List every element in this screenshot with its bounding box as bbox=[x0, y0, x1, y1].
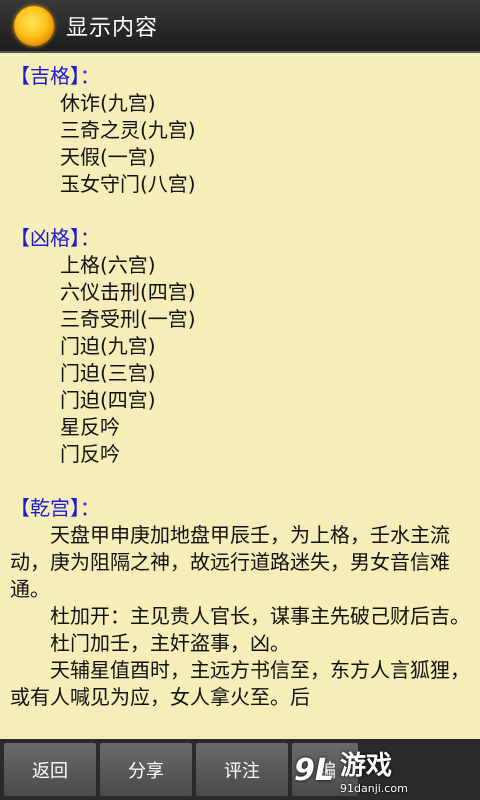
list-item: 玉女守门(八宫) bbox=[60, 172, 196, 196]
watermark-logo: 9L bbox=[294, 752, 334, 788]
back-button[interactable]: 返回 bbox=[4, 743, 96, 796]
list-item: 天假(一宫) bbox=[60, 145, 156, 169]
list-item: 门迫(九宫) bbox=[60, 334, 156, 358]
paragraph: 杜门加壬，主奸盗事，凶。 bbox=[50, 631, 290, 655]
list-item: 门迫(三宫) bbox=[60, 361, 156, 385]
comment-button[interactable]: 评注 bbox=[196, 743, 288, 796]
list-item: 门迫(四宫) bbox=[60, 388, 156, 412]
watermark-name: 游戏 bbox=[340, 751, 393, 781]
section-heading-ji: 【吉格】： bbox=[10, 64, 100, 88]
content-area[interactable]: 【吉格】： 休诈(九宫) 三奇之灵(九宫) 天假(一宫) 玉女守门(八宫) 【凶… bbox=[0, 53, 480, 739]
title-bar: 显示内容 bbox=[0, 0, 480, 53]
share-button[interactable]: 分享 bbox=[100, 743, 192, 796]
paragraph: 杜加开：主见贵人官长，谋事主先破己财后吉。 bbox=[50, 604, 470, 628]
paragraph: 天盘甲申庚加地盘甲辰壬，为上格，壬水主流动，庚为阻隔之神，故远行道路迷失，男女音… bbox=[10, 523, 450, 601]
list-item: 休诈(九宫) bbox=[60, 91, 156, 115]
list-item: 门反吟 bbox=[60, 442, 120, 466]
list-item: 三奇受刑(一宫) bbox=[60, 307, 196, 331]
section-heading-xiong: 【凶格】： bbox=[10, 226, 100, 250]
sun-icon bbox=[14, 5, 54, 46]
page-title: 显示内容 bbox=[66, 15, 159, 41]
list-item: 星反吟 bbox=[60, 415, 120, 439]
list-item: 六仪击刑(四宫) bbox=[60, 280, 196, 304]
list-item: 三奇之灵(九宫) bbox=[60, 118, 196, 142]
watermark-url: 91danji.com bbox=[340, 782, 408, 795]
paragraph: 天辅星值酉时，主远方书信至，东方人言狐狸，或有人喊见为应，女人拿火至。后 bbox=[10, 658, 470, 709]
section-heading-qian: 【乾宫】： bbox=[10, 496, 100, 520]
watermark: 9L 游戏 91danji.com bbox=[294, 742, 474, 798]
list-item: 上格(六宫) bbox=[60, 253, 156, 277]
